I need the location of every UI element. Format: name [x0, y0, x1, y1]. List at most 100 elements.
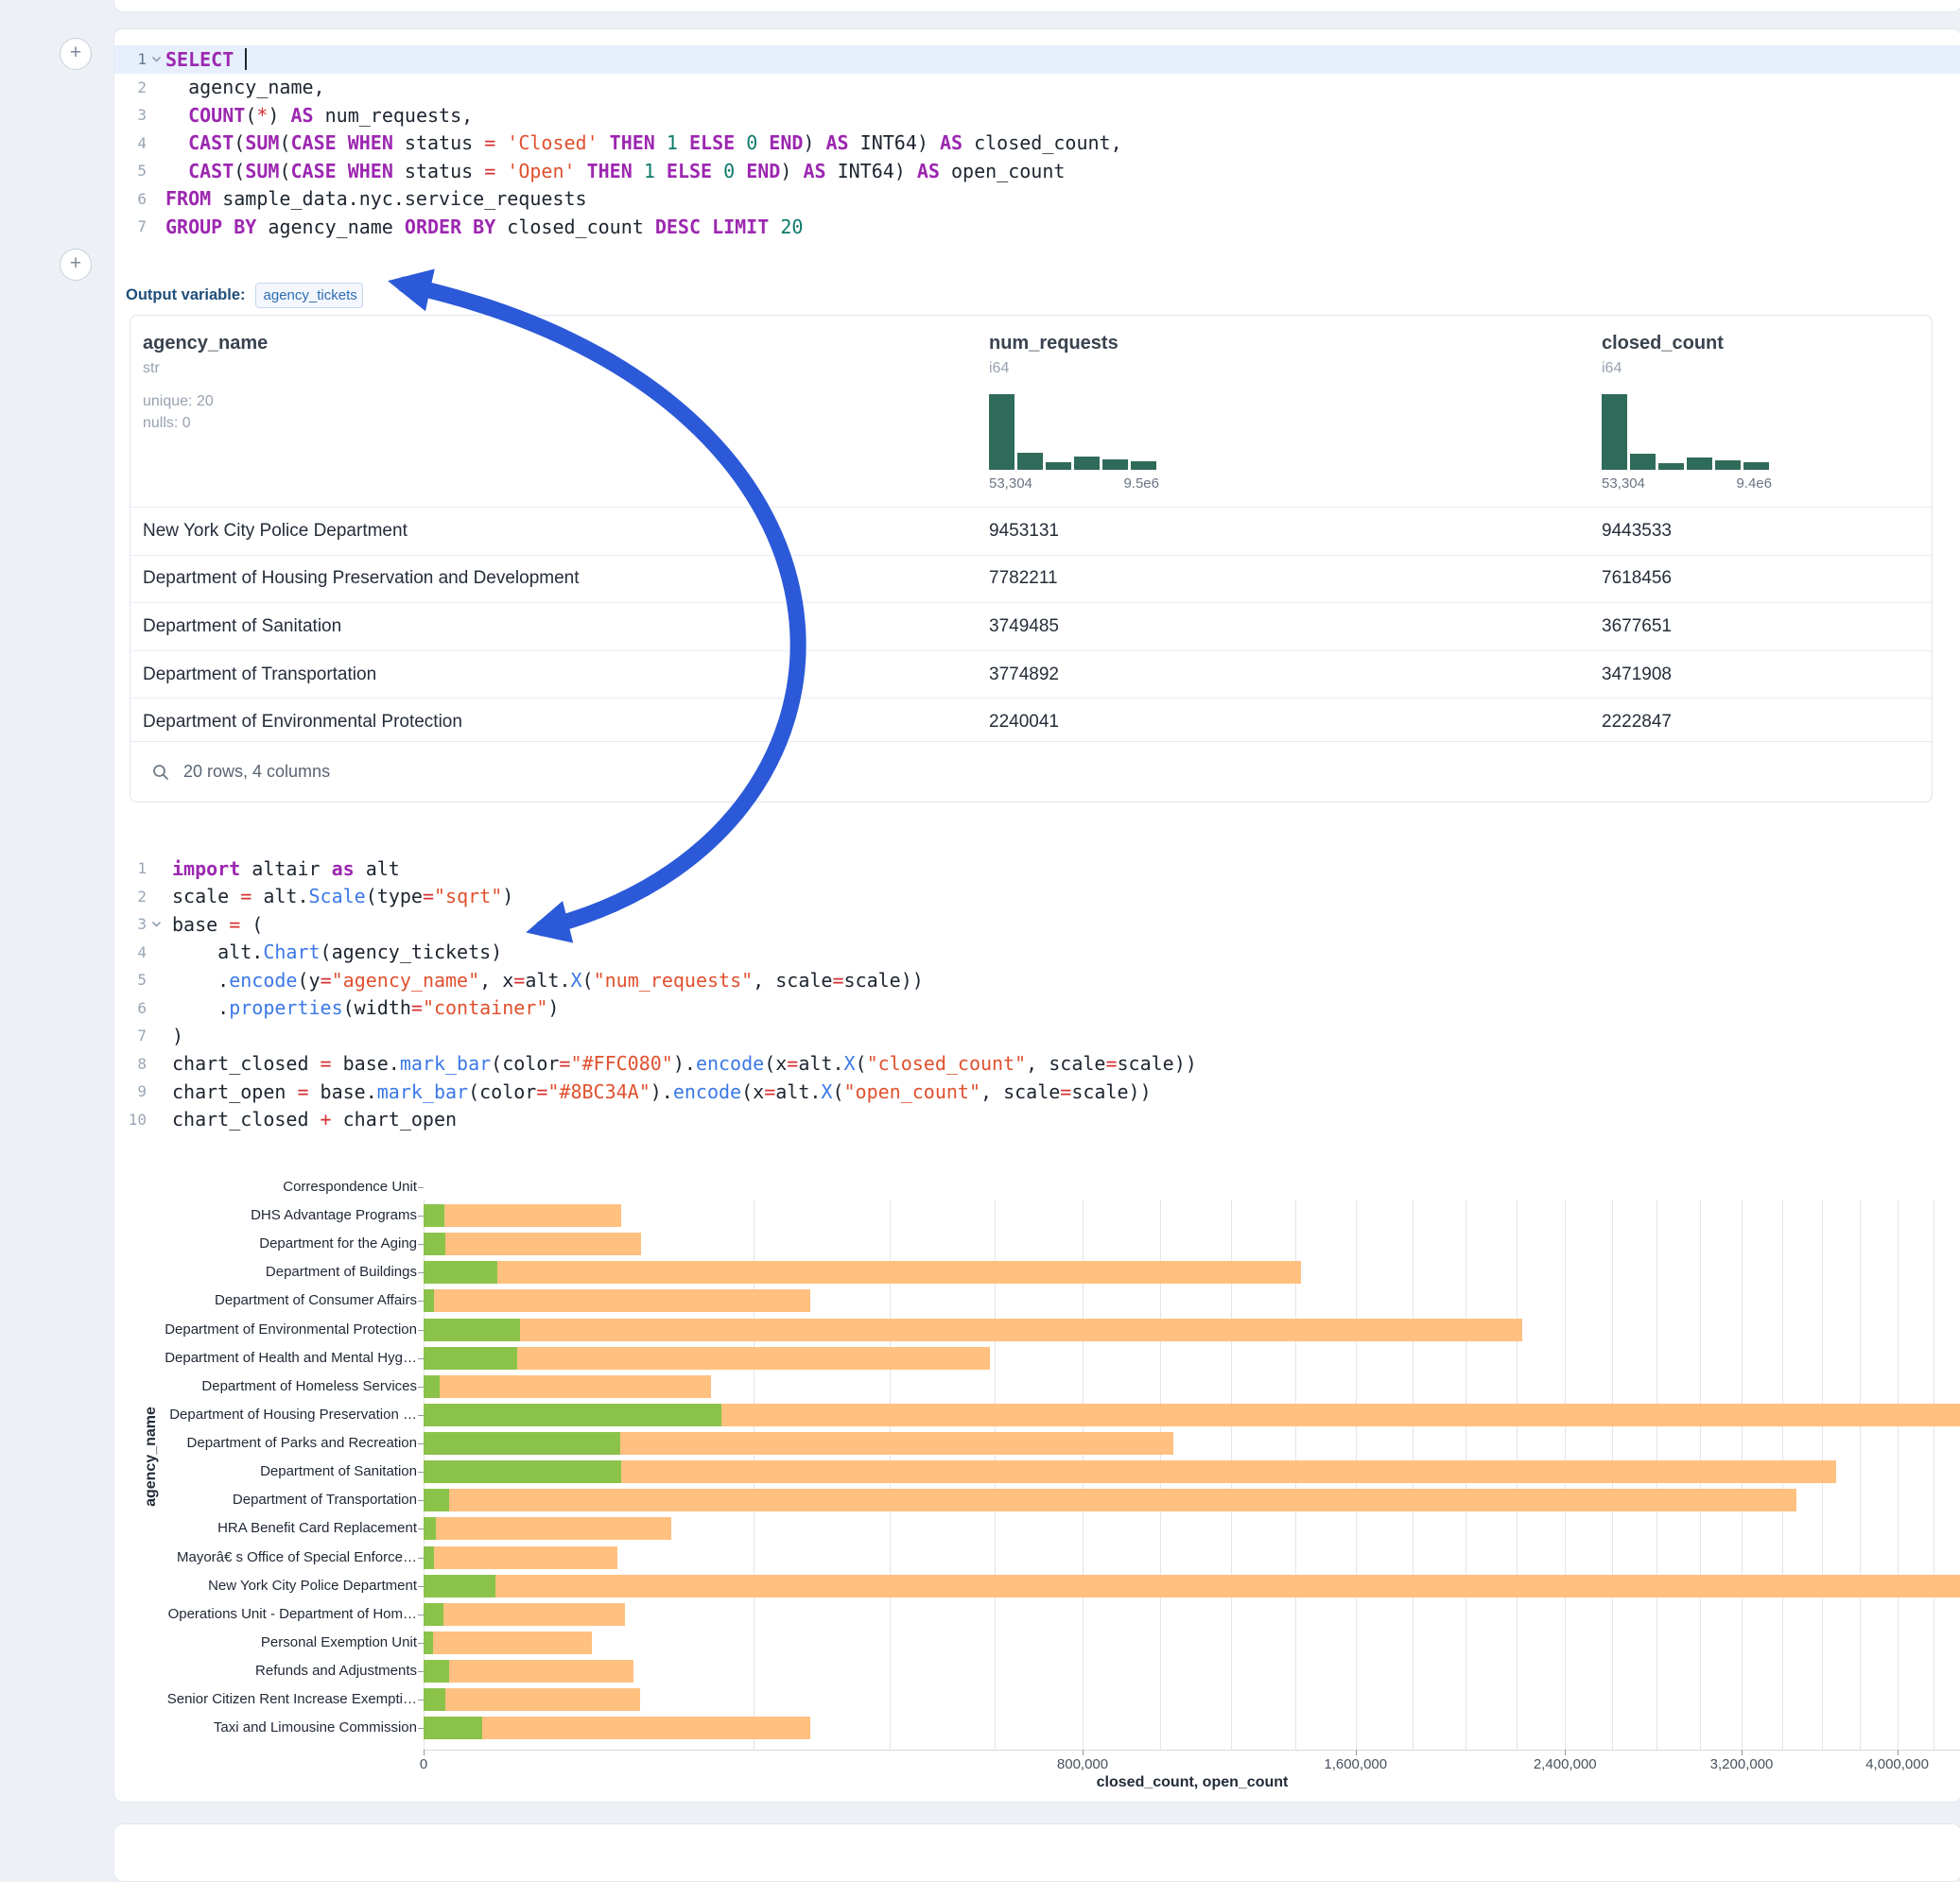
- code-token: =: [536, 1080, 547, 1103]
- table-summary: 20 rows, 4 columns: [183, 762, 330, 782]
- code-token: (: [279, 160, 290, 182]
- code-token: [655, 131, 667, 154]
- column-name: num_requests: [989, 333, 1159, 354]
- table-row[interactable]: New York City Police Department945313194…: [130, 507, 1932, 555]
- code-line[interactable]: 7): [114, 1022, 1960, 1050]
- histogram-bar: [1630, 454, 1656, 470]
- code-token: Scale: [309, 885, 366, 907]
- output-variable-badge[interactable]: agency_tickets: [255, 283, 363, 308]
- code-token: , x: [479, 969, 513, 992]
- code-token: mark_bar: [377, 1080, 468, 1103]
- bar-closed_count: [424, 1489, 1796, 1511]
- code-line[interactable]: 10chart_closed + chart_open: [114, 1106, 1960, 1134]
- code-token: =: [559, 1052, 570, 1075]
- chart-y-tick: [418, 1586, 424, 1587]
- code-token: (: [234, 131, 245, 154]
- code-line[interactable]: 6FROM sample_data.nyc.service_requests: [114, 185, 1960, 214]
- code-token: SUM: [245, 160, 279, 182]
- chart-y-label: Department of Parks and Recreation: [114, 1435, 417, 1451]
- bar-open_count: [424, 1204, 444, 1227]
- chart-y-tick: [418, 1272, 424, 1273]
- code-token: [337, 131, 348, 154]
- column-header-agency_name[interactable]: agency_namestrunique: 20nulls: 0: [143, 316, 268, 434]
- chart-x-tick-label: 2,400,000: [1489, 1756, 1640, 1772]
- code-line[interactable]: 5 .encode(y="agency_name", x=alt.X("num_…: [114, 966, 1960, 994]
- table-row[interactable]: Department of Housing Preservation and D…: [130, 555, 1932, 603]
- histogram-bar: [1715, 460, 1741, 470]
- code-token: ): [547, 996, 559, 1019]
- code-token: "agency_name": [332, 969, 480, 992]
- chart-x-tick: [1898, 1750, 1899, 1755]
- chart-y-label: Department of Housing Preservation …: [114, 1407, 417, 1423]
- code-token: CASE: [290, 160, 336, 182]
- search-icon[interactable]: [151, 763, 170, 782]
- table-cell: 2240041: [989, 712, 1059, 733]
- code-token: alt.: [525, 969, 570, 992]
- code-line[interactable]: 3base = (: [114, 910, 1960, 939]
- code-line[interactable]: 7GROUP BY agency_name ORDER BY closed_co…: [114, 213, 1960, 241]
- code-token: =: [484, 160, 495, 182]
- code-token: (x: [741, 1080, 764, 1103]
- code-token: "#FFC080": [570, 1052, 672, 1075]
- line-number: 8: [114, 1055, 147, 1073]
- bar-closed_count: [424, 1688, 640, 1711]
- column-header-closed_count[interactable]: closed_counti6453,3049.4e6: [1602, 316, 1772, 492]
- add-cell-button-top[interactable]: +: [60, 38, 92, 70]
- notebook-cell-card: 1SELECT 2 agency_name,3 COUNT(*) AS num_…: [113, 28, 1960, 1803]
- code-line[interactable]: 1import altair as alt: [114, 855, 1960, 883]
- chart-x-tick-label: 1,600,000: [1280, 1756, 1431, 1772]
- code-token: alt.: [252, 885, 308, 907]
- table-row[interactable]: Department of Environmental Protection22…: [130, 698, 1932, 746]
- fold-chevron-icon[interactable]: [147, 920, 165, 928]
- code-line[interactable]: 3 COUNT(*) AS num_requests,: [114, 101, 1960, 129]
- column-header-num_requests[interactable]: num_requestsi6453,3049.5e6: [989, 316, 1159, 492]
- sql-editor[interactable]: 1SELECT 2 agency_name,3 COUNT(*) AS num_…: [114, 45, 1960, 241]
- code-token: .: [172, 969, 229, 992]
- code-token: (: [582, 969, 594, 992]
- chart-y-label: Department of Homeless Services: [114, 1378, 417, 1394]
- code-token: (: [234, 160, 245, 182]
- chart-y-tick: [418, 1472, 424, 1473]
- code-token: 'Closed': [507, 131, 598, 154]
- code-token: [576, 160, 587, 182]
- line-number: 3: [114, 106, 147, 124]
- line-number: 5: [114, 971, 147, 989]
- code-line[interactable]: 1SELECT: [114, 45, 1960, 74]
- code-token: =: [411, 996, 423, 1019]
- table-row[interactable]: Department of Sanitation37494853677651: [130, 602, 1932, 650]
- output-variable-row: Output variable: agency_tickets: [126, 279, 363, 311]
- code-token: scale)): [844, 969, 924, 992]
- code-token: FROM: [165, 187, 211, 210]
- code-token: [701, 216, 712, 238]
- bar-open_count: [424, 1233, 445, 1255]
- chart-y-tick: [418, 1358, 424, 1359]
- python-editor[interactable]: 1import altair as alt2scale = alt.Scale(…: [114, 855, 1960, 1133]
- code-line[interactable]: 2 agency_name,: [114, 74, 1960, 102]
- chart-y-tick: [418, 1443, 424, 1444]
- code-line[interactable]: 5 CAST(SUM(CASE WHEN status = 'Open' THE…: [114, 157, 1960, 185]
- code-token: ELSE: [689, 131, 735, 154]
- code-token: alt.: [775, 1080, 821, 1103]
- code-token: [769, 216, 780, 238]
- code-line[interactable]: 4 alt.Chart(agency_tickets): [114, 939, 1960, 967]
- results-table-body: New York City Police Department945313194…: [130, 507, 1932, 746]
- histogram-bar: [1131, 461, 1156, 470]
- add-cell-button-output[interactable]: +: [60, 249, 92, 281]
- table-row[interactable]: Department of Transportation377489234719…: [130, 650, 1932, 699]
- code-token: , scale: [980, 1080, 1060, 1103]
- code-line[interactable]: 8chart_closed = base.mark_bar(color="#FF…: [114, 1050, 1960, 1079]
- code-token: X: [844, 1052, 856, 1075]
- table-cell: New York City Police Department: [143, 521, 408, 542]
- code-line[interactable]: 9chart_open = base.mark_bar(color="#8BC3…: [114, 1078, 1960, 1106]
- code-token: END: [769, 131, 803, 154]
- code-token: X: [821, 1080, 832, 1103]
- code-token: [735, 131, 746, 154]
- code-token: [165, 160, 188, 182]
- fold-chevron-icon[interactable]: [147, 55, 165, 63]
- code-token: [495, 131, 507, 154]
- bar-closed_count: [424, 1632, 592, 1654]
- code-line[interactable]: 6 .properties(width="container"): [114, 994, 1960, 1023]
- chart-y-tick: [418, 1387, 424, 1388]
- code-line[interactable]: 4 CAST(SUM(CASE WHEN status = 'Closed' T…: [114, 129, 1960, 158]
- code-line[interactable]: 2scale = alt.Scale(type="sqrt"): [114, 883, 1960, 911]
